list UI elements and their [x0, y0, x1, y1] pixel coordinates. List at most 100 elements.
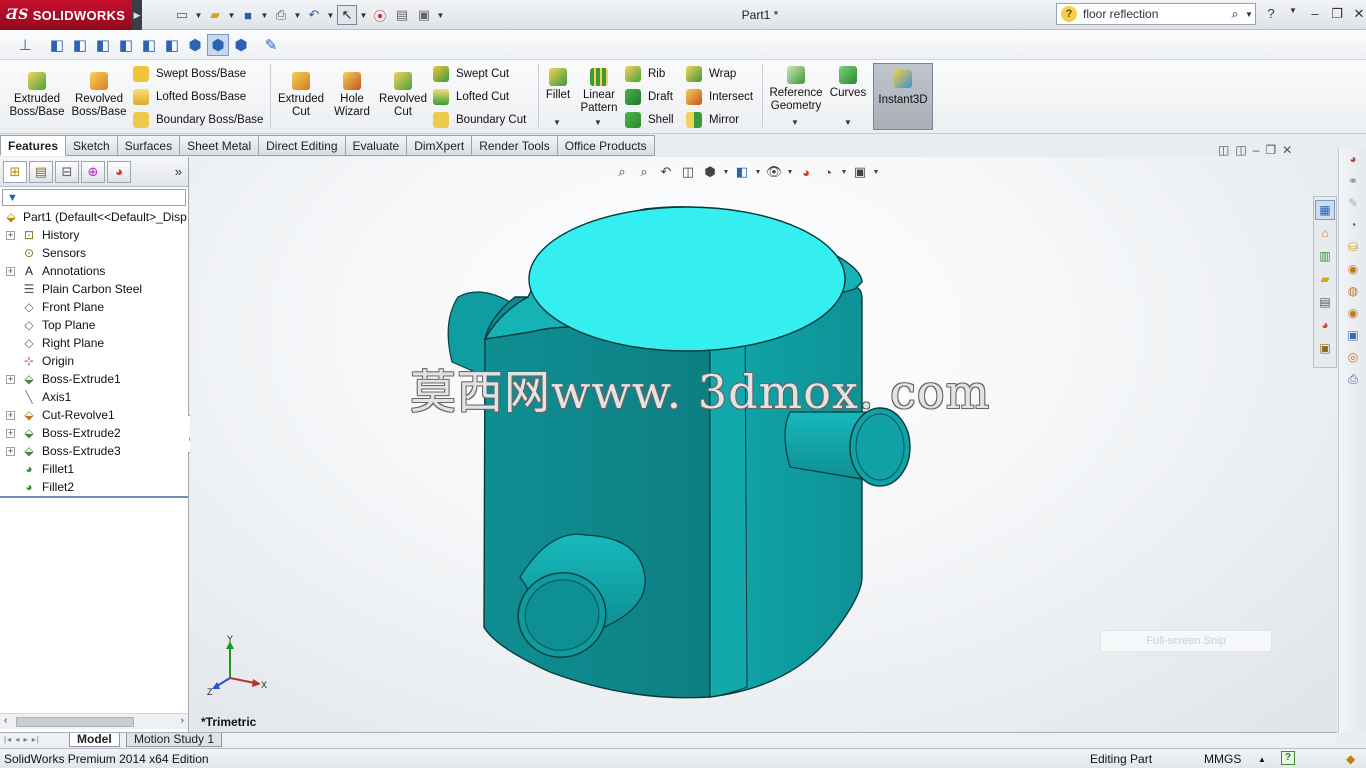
filter-field[interactable]: ▼: [2, 189, 186, 206]
tree-root-part[interactable]: ⬙ Part1 (Default<<Default>_Disp: [0, 208, 188, 226]
scroll-right-icon[interactable]: ›: [181, 715, 184, 726]
bottom-view-icon[interactable]: ◧: [161, 34, 183, 56]
hole-wizard-button[interactable]: Hole Wizard: [328, 72, 376, 119]
tree-item-cut-revolve1[interactable]: + ⬙ Cut-Revolve1: [0, 406, 188, 424]
doc-close-icon[interactable]: ✕: [1282, 143, 1292, 157]
fillet-button[interactable]: Fillet: [541, 68, 575, 102]
expand-icon[interactable]: +: [6, 230, 15, 240]
appearance-ball-icon[interactable]: ◕: [1339, 148, 1366, 170]
left-view-icon[interactable]: ◧: [92, 34, 114, 56]
tab-navigation-arrows[interactable]: |◂ ◂ ▸ ▸|: [4, 735, 40, 744]
display-style-dropdown-icon[interactable]: ▼: [754, 163, 762, 181]
search-input[interactable]: [1083, 7, 1225, 21]
status-bar-icon[interactable]: ◆: [1346, 752, 1355, 766]
horizontal-scrollbar[interactable]: ‹ ›: [0, 713, 188, 729]
custom-properties-icon[interactable]: ▣: [1315, 338, 1335, 358]
scroll-left-icon[interactable]: ‹: [4, 715, 7, 726]
search-box[interactable]: ? ⌕ ▼: [1056, 3, 1256, 25]
help-dropdown-icon[interactable]: ▼: [1284, 6, 1302, 22]
close-icon[interactable]: ✕: [1350, 6, 1366, 22]
curves-button[interactable]: Curves: [829, 66, 867, 100]
mirror-button[interactable]: Mirror: [686, 112, 739, 128]
camera-icon[interactable]: ◎: [1339, 346, 1366, 368]
swept-boss-button[interactable]: Swept Boss/Base: [133, 66, 246, 82]
curves-dropdown-icon[interactable]: ▼: [844, 118, 852, 127]
expand-icon[interactable]: +: [6, 266, 15, 276]
units-dropdown-icon[interactable]: ▲: [1258, 755, 1266, 764]
revolved-boss-button[interactable]: Revolved Boss/Base: [70, 72, 128, 119]
tab-render-tools[interactable]: Render Tools: [472, 135, 558, 156]
boundary-boss-button[interactable]: Boundary Boss/Base: [133, 112, 263, 128]
expand-icon[interactable]: +: [6, 446, 15, 456]
tree-item-right-plane[interactable]: ◇ Right Plane: [0, 334, 188, 352]
hide-show-items-icon[interactable]: 👁: [764, 163, 784, 181]
lights-icon[interactable]: ◉: [1339, 302, 1366, 324]
home-icon[interactable]: ⌂: [1315, 223, 1335, 243]
previous-view-icon[interactable]: ↶: [656, 163, 676, 181]
tree-item-top-plane[interactable]: ◇ Top Plane: [0, 316, 188, 334]
expand-icon[interactable]: +: [6, 428, 15, 438]
lofted-cut-button[interactable]: Lofted Cut: [433, 89, 509, 105]
help-icon[interactable]: ?: [1262, 6, 1280, 22]
zoom-to-fit-icon[interactable]: ⌕: [612, 163, 632, 181]
dimetric-view-icon[interactable]: ⬢: [230, 34, 252, 56]
boundary-cut-button[interactable]: Boundary Cut: [433, 112, 526, 128]
view-orientation-icon[interactable]: ⬢: [700, 163, 720, 181]
extruded-boss-button[interactable]: Extruded Boss/Base: [8, 72, 66, 119]
back-view-icon[interactable]: ◧: [69, 34, 91, 56]
tab-direct-editing[interactable]: Direct Editing: [259, 135, 346, 156]
configuration-manager-icon[interactable]: ⊟: [55, 160, 79, 183]
quick-tips-icon[interactable]: ?: [1281, 751, 1295, 765]
file-explorer-icon[interactable]: ▰: [1315, 269, 1335, 289]
layers-icon[interactable]: ◍: [1339, 280, 1366, 302]
wrap-button[interactable]: Wrap: [686, 66, 736, 82]
tree-item-boss-extrude3[interactable]: + ⬙ Boss-Extrude3: [0, 442, 188, 460]
tree-item-fillet2[interactable]: ◕ Fillet2: [0, 478, 188, 496]
view-orientation-dropdown-icon[interactable]: ▼: [722, 163, 730, 181]
scroll-thumb[interactable]: [16, 717, 134, 727]
swept-cut-button[interactable]: Swept Cut: [433, 66, 509, 82]
instant3d-button[interactable]: Instant3D: [873, 63, 933, 130]
measure-icon[interactable]: ✎: [260, 34, 282, 56]
draft-button[interactable]: Draft: [625, 89, 673, 105]
tile-right-icon[interactable]: ◫: [1235, 143, 1246, 157]
view-settings-icon[interactable]: ▣: [850, 163, 870, 181]
property-manager-icon[interactable]: ▤: [29, 160, 53, 183]
scene-icon[interactable]: ▣: [1339, 324, 1366, 346]
minimize-icon[interactable]: ‒: [1306, 6, 1324, 22]
appearances-icon[interactable]: ◕: [1315, 315, 1335, 335]
apply-scene-dropdown-icon[interactable]: ▼: [840, 163, 848, 181]
doc-minimize-icon[interactable]: ‒: [1253, 143, 1260, 157]
apply-scene-icon[interactable]: ◔: [818, 163, 838, 181]
tree-item-annotations[interactable]: + A Annotations: [0, 262, 188, 280]
edit-appearance-icon[interactable]: ◕: [796, 163, 816, 181]
more-tabs-icon[interactable]: »: [175, 164, 182, 179]
trimetric-view-icon[interactable]: ⬢: [207, 34, 229, 56]
search-dropdown-icon[interactable]: ▼: [1245, 10, 1255, 19]
expand-icon[interactable]: +: [6, 374, 15, 384]
tab-model[interactable]: Model: [69, 733, 120, 747]
link-icon[interactable]: ⚭: [1339, 170, 1366, 192]
feature-tree-icon[interactable]: ⊞: [3, 160, 27, 183]
display-manager-icon[interactable]: ◕: [107, 160, 131, 183]
lofted-boss-button[interactable]: Lofted Boss/Base: [133, 89, 246, 105]
expand-icon[interactable]: +: [6, 410, 15, 420]
doc-restore-icon[interactable]: ❐: [1265, 143, 1276, 157]
units-label[interactable]: MMGS: [1204, 752, 1241, 766]
revolved-cut-button[interactable]: Revolved Cut: [378, 72, 428, 119]
reference-geometry-button[interactable]: Reference Geometry: [767, 66, 825, 113]
dimxpert-manager-icon[interactable]: ⊕: [81, 160, 105, 183]
rib-button[interactable]: Rib: [625, 66, 665, 82]
intersect-button[interactable]: Intersect: [686, 89, 753, 105]
database-icon[interactable]: ⛁: [1339, 236, 1366, 258]
right-view-icon[interactable]: ◧: [115, 34, 137, 56]
reference-geometry-dropdown-icon[interactable]: ▼: [791, 118, 799, 127]
render-icon[interactable]: ◉: [1339, 258, 1366, 280]
view-settings-dropdown-icon[interactable]: ▼: [872, 163, 880, 181]
tab-sketch[interactable]: Sketch: [66, 135, 118, 156]
tree-item-axis1[interactable]: ╲ Axis1: [0, 388, 188, 406]
solidworks-resources-icon[interactable]: ▦: [1315, 200, 1335, 220]
tree-item-sensors[interactable]: ⊙ Sensors: [0, 244, 188, 262]
view-palette-icon[interactable]: ▤: [1315, 292, 1335, 312]
display-style-icon[interactable]: ◧: [732, 163, 752, 181]
